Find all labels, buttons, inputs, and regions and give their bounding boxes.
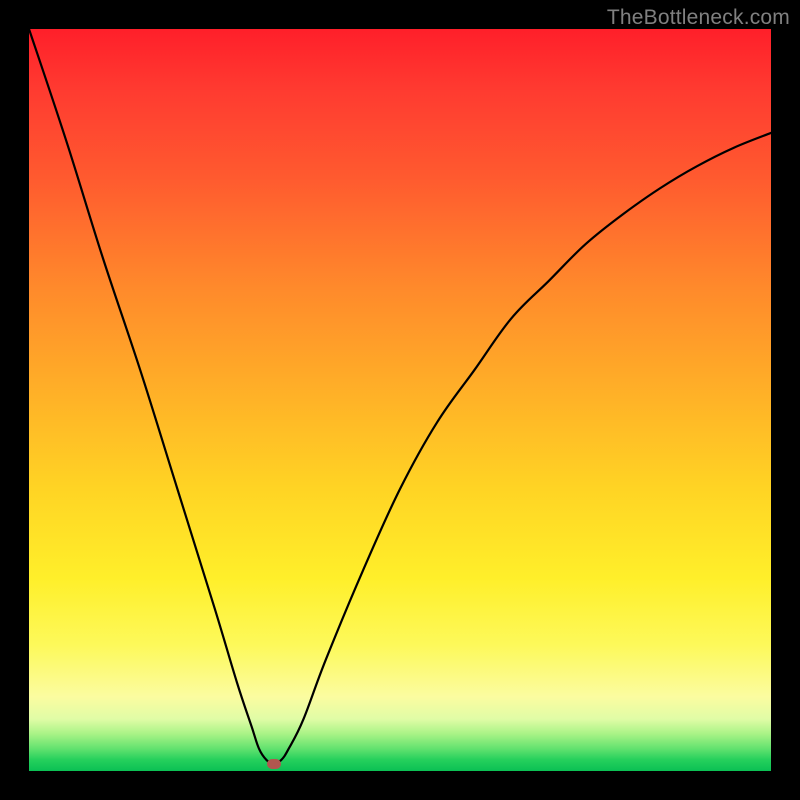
chart-frame: TheBottleneck.com (0, 0, 800, 800)
curve-path (29, 29, 771, 764)
optimum-marker (267, 759, 281, 769)
plot-area (29, 29, 771, 771)
bottleneck-curve (29, 29, 771, 771)
watermark-text: TheBottleneck.com (607, 6, 790, 30)
